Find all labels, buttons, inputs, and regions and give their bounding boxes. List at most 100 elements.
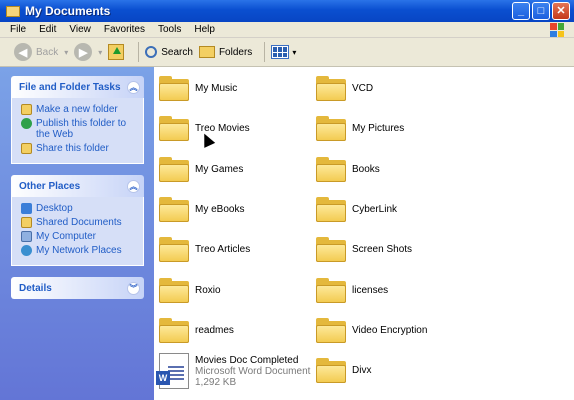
back-dropdown-icon[interactable]: ▾	[64, 48, 68, 57]
folder-icon	[316, 75, 346, 101]
task-make-new-folder[interactable]: Make a new folder	[21, 104, 135, 115]
place-label: Desktop	[36, 203, 73, 214]
panel-header[interactable]: Details ︾	[11, 277, 144, 299]
item-label: Treo Articles	[195, 243, 251, 255]
panel-body: Make a new folder Publish this folder to…	[11, 98, 144, 164]
item-label: CyberLink	[352, 203, 398, 215]
task-label: Make a new folder	[36, 104, 118, 115]
place-label: My Computer	[36, 231, 97, 242]
other-places-panel: Other Places ︽ Desktop Shared Documents …	[11, 175, 144, 266]
pictures-folder-icon	[316, 115, 346, 141]
desktop-icon	[21, 203, 32, 214]
place-my-network-places[interactable]: My Network Places	[21, 245, 135, 256]
menu-help[interactable]: Help	[194, 24, 215, 35]
folder-item[interactable]: Divx	[316, 357, 371, 383]
music-folder-icon	[159, 75, 189, 101]
search-icon	[145, 46, 158, 58]
globe-icon	[21, 118, 32, 129]
up-folder-icon[interactable]	[108, 44, 125, 60]
folder-item[interactable]: CyberLink	[316, 196, 397, 222]
menu-edit[interactable]: Edit	[39, 24, 56, 35]
folder-item[interactable]: Treo Articles	[159, 236, 250, 262]
share-folder-icon	[21, 143, 32, 154]
folder-icon	[316, 196, 346, 222]
item-label: VCD	[352, 82, 374, 94]
item-label: Treo Movies	[195, 122, 250, 134]
folder-item[interactable]: My Music	[159, 75, 237, 101]
item-label: My eBooks	[195, 203, 245, 215]
menu-view[interactable]: View	[69, 24, 91, 35]
item-label: licenses	[352, 284, 389, 296]
folder-item[interactable]: Books	[316, 156, 380, 182]
item-label: Movies Doc Completed	[195, 354, 299, 366]
toolbar: ◀ Back ▾ ▶ ▾ Search Folders ▾	[0, 38, 574, 67]
forward-button[interactable]: ▶ ▾	[74, 43, 102, 61]
toolbar-separator	[264, 42, 266, 62]
folder-icon	[316, 236, 346, 262]
folders-icon	[198, 46, 215, 58]
document-info: Movies Doc Completed Microsoft Word Docu…	[195, 355, 310, 388]
folder-icon	[159, 115, 189, 141]
search-label: Search	[161, 46, 193, 58]
folder-icon	[316, 156, 346, 182]
forward-dropdown-icon[interactable]: ▾	[98, 48, 102, 57]
views-icon	[271, 45, 290, 59]
folder-item[interactable]: My Games	[159, 156, 243, 182]
shared-folder-icon	[21, 217, 32, 228]
menu-bar: File Edit View Favorites Tools Help	[0, 22, 574, 38]
menu-favorites[interactable]: Favorites	[104, 24, 145, 35]
panel-header[interactable]: File and Folder Tasks ︽	[11, 76, 144, 98]
minimize-button[interactable]: _	[512, 2, 530, 20]
task-share-folder[interactable]: Share this folder	[21, 143, 135, 154]
chevron-up-icon[interactable]: ︽	[127, 80, 140, 94]
maximize-button[interactable]: □	[532, 2, 550, 20]
place-my-computer[interactable]: My Computer	[21, 231, 135, 242]
folder-item[interactable]: licenses	[316, 277, 388, 303]
item-size: 1,292 KB	[195, 376, 237, 388]
folder-icon	[159, 196, 189, 222]
folders-label: Folders	[218, 46, 253, 58]
folder-item[interactable]: VCD	[316, 75, 373, 101]
file-folder-tasks-panel: File and Folder Tasks ︽ Make a new folde…	[11, 76, 144, 164]
panel-title: Other Places	[19, 180, 81, 192]
chevron-up-icon[interactable]: ︽	[127, 179, 140, 193]
folder-item[interactable]: Video Encryption	[316, 317, 427, 343]
folder-icon	[6, 5, 20, 17]
back-arrow-icon: ◀	[14, 43, 32, 61]
folder-item[interactable]: Roxio	[159, 277, 221, 303]
task-label: Share this folder	[36, 143, 109, 154]
panel-title: Details	[19, 282, 52, 294]
folder-icon	[316, 277, 346, 303]
folder-icon	[316, 357, 346, 383]
chevron-down-icon[interactable]: ︾	[127, 281, 140, 295]
close-button[interactable]: ✕	[552, 2, 570, 20]
task-pane: File and Folder Tasks ︽ Make a new folde…	[0, 67, 154, 400]
folder-icon	[159, 236, 189, 262]
views-button[interactable]: ▾	[271, 45, 296, 59]
task-publish-to-web[interactable]: Publish this folder to the Web	[21, 118, 135, 140]
new-folder-icon	[21, 104, 32, 115]
search-button[interactable]: Search	[145, 46, 193, 58]
item-label: Roxio	[195, 284, 221, 296]
document-item[interactable]: W Movies Doc Completed Microsoft Word Do…	[156, 353, 310, 389]
place-shared-documents[interactable]: Shared Documents	[21, 217, 135, 228]
item-type: Microsoft Word Document	[195, 365, 311, 377]
title-bar: My Documents _ □ ✕	[0, 0, 574, 22]
folders-button[interactable]: Folders	[198, 46, 253, 58]
folder-item[interactable]: My eBooks	[159, 196, 244, 222]
menu-tools[interactable]: Tools	[158, 24, 181, 35]
file-list: My Music VCD Treo Movies My Pictures My …	[154, 67, 574, 400]
folder-item[interactable]: My Pictures	[316, 115, 404, 141]
folder-item[interactable]: Screen Shots	[316, 236, 412, 262]
back-button[interactable]: ◀ Back ▾	[14, 43, 68, 61]
menu-file[interactable]: File	[10, 24, 26, 35]
folder-icon	[159, 317, 189, 343]
item-label: My Pictures	[352, 122, 405, 134]
place-label: Shared Documents	[36, 217, 122, 228]
folder-item[interactable]: readmes	[159, 317, 234, 343]
place-label: My Network Places	[36, 245, 122, 256]
item-label: Screen Shots	[352, 243, 413, 255]
panel-header[interactable]: Other Places ︽	[11, 175, 144, 197]
place-desktop[interactable]: Desktop	[21, 203, 135, 214]
details-panel: Details ︾	[11, 277, 144, 299]
